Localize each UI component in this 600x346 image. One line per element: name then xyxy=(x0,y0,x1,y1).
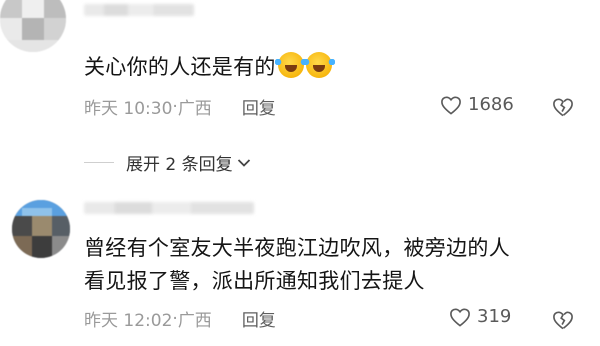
divider xyxy=(84,162,114,163)
broken-heart-icon[interactable] xyxy=(552,310,574,330)
comment-text-line: 关心你的人还是有的 xyxy=(84,55,276,79)
like-button[interactable]: 1686 xyxy=(440,94,514,115)
comment-meta: 昨天 12:02 · 广西 回复 xyxy=(84,306,276,332)
expand-replies-button[interactable]: 展开 2 条回复 xyxy=(84,150,251,175)
comment-location: 广西 xyxy=(177,99,212,119)
heart-outline-icon xyxy=(441,95,461,115)
comment-time: 昨天 10:30 xyxy=(84,99,173,119)
like-count: 1686 xyxy=(468,94,514,115)
comment-text: 关心你的人还是有的 xyxy=(84,51,335,84)
avatar[interactable] xyxy=(12,200,70,258)
comment-item: 曾经有个室友大半夜跑江边吹风，被旁边的人 看见报了警，派出所通知我们去提人 昨天… xyxy=(0,192,600,346)
heart-outline-icon xyxy=(450,307,470,327)
reply-button[interactable]: 回复 xyxy=(242,94,276,119)
like-button[interactable]: 319 xyxy=(449,306,511,327)
expand-replies-label: 展开 2 条回复 xyxy=(126,155,233,175)
reply-button[interactable]: 回复 xyxy=(242,306,276,331)
username-blurred[interactable] xyxy=(84,202,254,214)
avatar[interactable] xyxy=(0,0,66,52)
comment-text: 曾经有个室友大半夜跑江边吹风，被旁边的人 看见报了警，派出所通知我们去提人 xyxy=(84,232,584,298)
comment-text-line: 曾经有个室友大半夜跑江边吹风，被旁边的人 xyxy=(84,236,510,260)
broken-heart-icon[interactable] xyxy=(552,97,574,117)
comment-meta: 昨天 10:30 · 广西 回复 xyxy=(84,94,276,120)
chevron-down-icon xyxy=(237,158,250,167)
like-count: 319 xyxy=(477,306,512,327)
comment-item: 关心你的人还是有的 昨天 10:30 · 广西 回复 1686 xyxy=(0,0,600,140)
comment-time: 昨天 12:02 xyxy=(84,311,173,331)
laughing-crying-emoji-icon xyxy=(302,52,335,78)
username-blurred[interactable] xyxy=(84,4,194,16)
laughing-crying-emoji-icon xyxy=(274,52,307,78)
comment-text-line: 看见报了警，派出所通知我们去提人 xyxy=(84,269,425,293)
comment-location: 广西 xyxy=(177,311,212,331)
